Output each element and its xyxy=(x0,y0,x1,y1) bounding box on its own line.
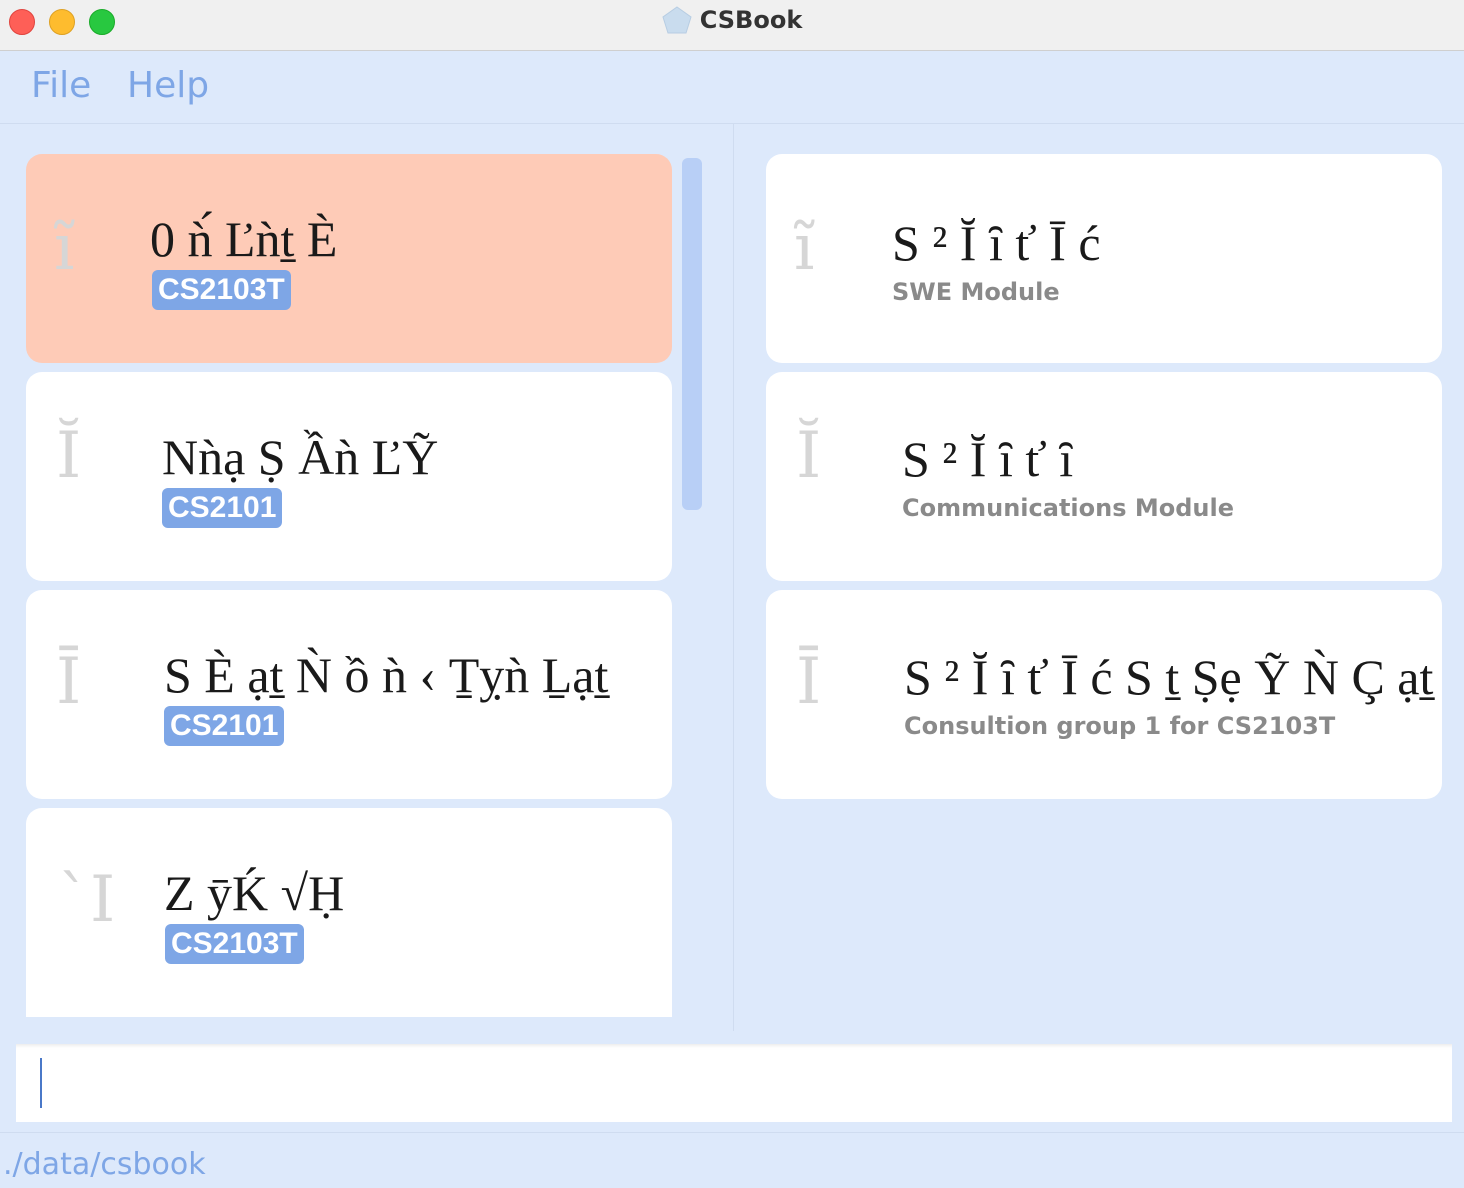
group-card[interactable]: Ī S ² Ĭ ȋ ť Ī ć S ṯ Ṣẹ Ỹ Ǹ Ç ạṯ ỸỸ Consu… xyxy=(766,590,1442,799)
module-badge: CS2103T xyxy=(152,270,291,310)
group-description: Communications Module xyxy=(902,494,1234,522)
item-title: Z ȳḰ √Ḥ xyxy=(164,865,345,921)
group-description: SWE Module xyxy=(892,278,1060,306)
left-list-scrollbar[interactable] xyxy=(682,158,702,510)
group-type-icon: Ĭ xyxy=(796,419,822,493)
list-item[interactable]: Ĭ Nǹạ Ṣ Ầǹ ĽỸ CS2101 xyxy=(26,372,672,581)
item-title: S È ạṯ Ǹ ồ ǹ ‹ Ṯỵǹ Ḻạṯ xyxy=(164,647,609,703)
group-card[interactable]: Ĭ S ² Ĭ ȋ ť ȋ Communications Module xyxy=(766,372,1442,581)
group-title: S ² Ĭ ȋ ť Ī ć S ṯ Ṣẹ Ỹ Ǹ Ç ạṯ ỸỸ xyxy=(904,649,1442,705)
module-badge: CS2101 xyxy=(164,706,285,746)
item-type-icon: Ĭ xyxy=(56,419,82,493)
command-input[interactable] xyxy=(16,1044,1452,1122)
item-type-icon: ĩ xyxy=(54,211,75,285)
item-type-icon: `I xyxy=(58,863,116,937)
group-card[interactable]: ĩ S ² Ĭ ȋ ť Ī ć SWE Module xyxy=(766,154,1442,363)
list-item[interactable]: Ī S È ạṯ Ǹ ồ ǹ ‹ Ṯỵǹ Ḻạṯ CS2101 xyxy=(26,590,672,799)
group-type-icon: Ī xyxy=(796,645,822,719)
data-file-path: ./data/csbook xyxy=(3,1147,206,1182)
module-badge: CS2101 xyxy=(162,488,283,528)
item-type-icon: Ī xyxy=(56,645,82,719)
text-caret xyxy=(40,1058,42,1108)
menu-help[interactable]: Help xyxy=(127,65,209,106)
group-type-icon: ĩ xyxy=(794,211,815,285)
command-area xyxy=(0,1032,1464,1133)
menu-file[interactable]: File xyxy=(31,65,91,106)
item-title: 0 ǹ́ Ľǹṯ È xyxy=(150,211,338,267)
group-description: Consultion group 1 for CS2103T xyxy=(904,712,1336,740)
menu-bar: File Help xyxy=(0,51,1464,124)
module-badge: CS2103T xyxy=(165,924,304,964)
window-title: CSBook xyxy=(699,6,803,34)
left-list-panel: ĩ 0 ǹ́ Ľǹṯ È CS2103T Ĭ Nǹạ Ṣ Ầǹ ĽỸ CS210… xyxy=(0,124,734,1031)
list-item[interactable]: `I Z ȳḰ √Ḥ CS2103T xyxy=(26,808,672,1017)
status-bar: ./data/csbook xyxy=(0,1133,1464,1188)
pentagon-icon xyxy=(662,6,692,34)
window-title-wrap: CSBook xyxy=(0,6,1464,34)
list-item[interactable]: ĩ 0 ǹ́ Ľǹṯ È CS2103T xyxy=(26,154,672,363)
group-title: S ² Ĭ ȋ ť ȋ xyxy=(902,431,1074,487)
right-list-panel: ĩ S ² Ĭ ȋ ť Ī ć SWE Module Ĭ S ² Ĭ ȋ ť ȋ… xyxy=(734,124,1464,1031)
title-bar: CSBook xyxy=(0,0,1464,51)
item-title: Nǹạ Ṣ Ầǹ ĽỸ xyxy=(162,429,439,485)
group-title: S ² Ĭ ȋ ť Ī ć xyxy=(892,215,1101,271)
